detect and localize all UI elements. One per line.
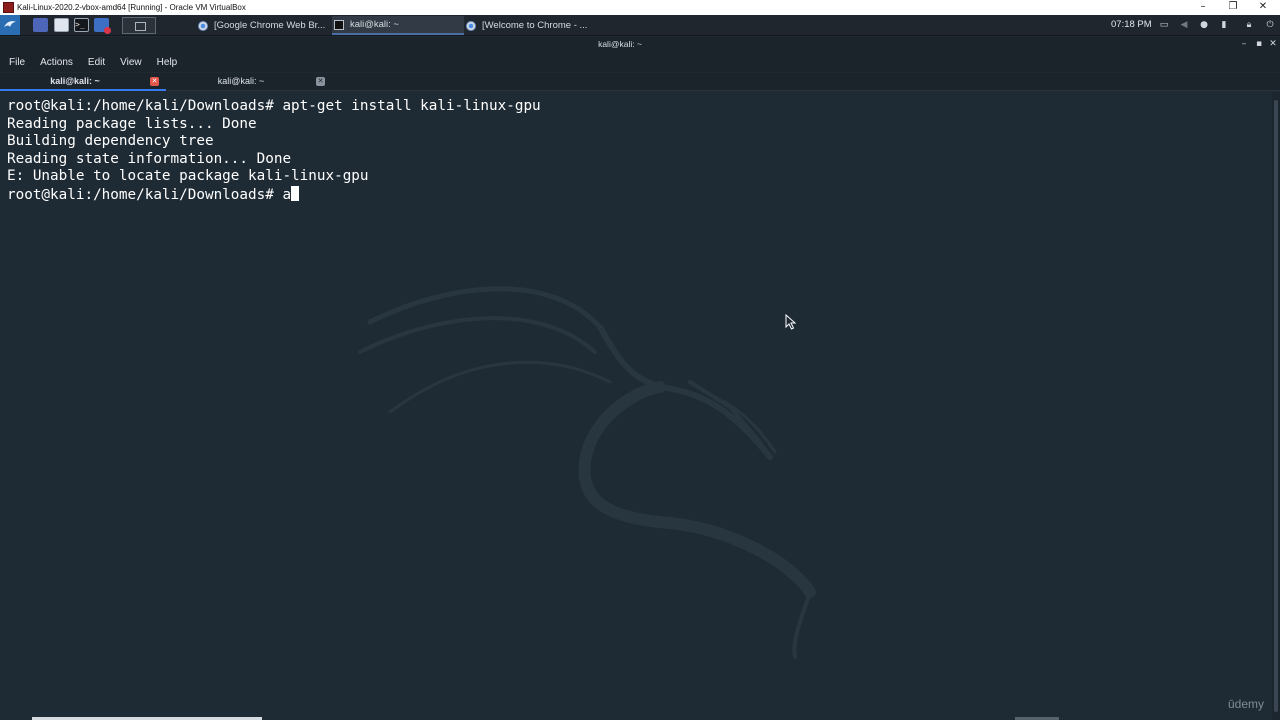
terminal-line: Reading package lists... Done <box>7 115 257 132</box>
clock[interactable]: 07:18 PM <box>1111 19 1152 30</box>
terminal-line: Reading state information... Done <box>7 150 292 167</box>
terminal-text: root@kali:/home/kali/Downloads# apt-get … <box>7 98 541 205</box>
terminal-tab-bar: kali@kali: ~ ✕ kali@kali: ~ ✕ <box>0 73 1280 91</box>
volume-icon[interactable]: ◀ <box>1179 20 1189 30</box>
close-button[interactable]: ✕ <box>1248 0 1278 15</box>
virtualbox-icon <box>3 2 14 13</box>
taskbar-chrome-web-browser[interactable]: [Google Chrome Web Br... <box>198 16 332 35</box>
restore-button[interactable]: ❐ <box>1218 0 1248 15</box>
terminal-title-bar: kali@kali: ~ – ▪ ✕ <box>0 37 1280 53</box>
window-maximize-icon[interactable]: ▪ <box>1253 39 1265 50</box>
terminal-window-title: kali@kali: ~ <box>598 39 642 49</box>
menu-edit[interactable]: Edit <box>88 57 105 68</box>
menu-file[interactable]: File <box>9 57 25 68</box>
minimize-button[interactable]: – <box>1188 0 1218 15</box>
menu-help[interactable]: Help <box>157 57 178 68</box>
taskbar-welcome-to-chrome[interactable]: [Welcome to Chrome - ... <box>466 16 600 35</box>
taskbar-label: [Google Chrome Web Br... <box>214 20 326 31</box>
taskbar-terminal[interactable]: kali@kali: ~ <box>332 16 464 35</box>
terminal-line: Building dependency tree <box>7 133 214 150</box>
scrollbar-thumb[interactable] <box>1274 100 1278 712</box>
virtualbox-window-title: Kali-Linux-2020.2-vbox-amd64 [Running] -… <box>17 3 246 12</box>
udemy-watermark: ūdemy <box>1228 697 1265 711</box>
battery-icon[interactable]: ▮ <box>1219 20 1229 30</box>
tab-close-icon[interactable]: ✕ <box>150 77 159 86</box>
terminal-line: E: Unable to locate package kali-linux-g… <box>7 168 369 185</box>
tab-label: kali@kali: ~ <box>50 76 100 86</box>
file-manager-icon[interactable] <box>54 18 69 32</box>
lock-icon[interactable]: 🔒︎ <box>1244 20 1254 30</box>
menu-view[interactable]: View <box>120 57 142 68</box>
top-panel: >_ [Google Chrome Web Br... kali@kali: ~… <box>0 15 1280 36</box>
terminal-window: kali@kali: ~ – ▪ ✕ File Actions Edit Vie… <box>0 37 1280 720</box>
terminal-launcher-icon[interactable]: >_ <box>74 18 89 32</box>
tab-label: kali@kali: ~ <box>217 76 265 86</box>
power-icon[interactable]: ⏻ <box>1265 20 1275 30</box>
command-input[interactable]: a <box>282 187 291 203</box>
mouse-pointer-icon <box>785 314 797 330</box>
window-minimize-icon[interactable]: – <box>1238 39 1250 50</box>
terminal-icon <box>334 19 344 30</box>
terminal-tab-1[interactable]: kali@kali: ~ ✕ <box>0 73 166 91</box>
taskbar-label: [Welcome to Chrome - ... <box>482 20 588 31</box>
virtualbox-title-bar: Kali-Linux-2020.2-vbox-amd64 [Running] -… <box>0 0 1280 15</box>
kali-dragon-watermark <box>358 286 816 659</box>
notification-icon[interactable]: ● <box>1199 20 1209 30</box>
chrome-icon <box>198 20 208 31</box>
text-cursor <box>291 185 300 201</box>
terminal-line: root@kali:/home/kali/Downloads# apt-get … <box>7 98 541 114</box>
display-icon[interactable]: ▭ <box>1159 20 1169 30</box>
prompt-line[interactable]: root@kali:/home/kali/Downloads# a <box>7 185 541 205</box>
menu-actions[interactable]: Actions <box>40 57 73 68</box>
workspace-switcher[interactable] <box>122 17 156 34</box>
kali-menu-icon[interactable] <box>0 15 20 35</box>
terminal-output-area[interactable]: root@kali:/home/kali/Downloads# apt-get … <box>0 92 1272 720</box>
terminal-menu-bar: File Actions Edit View Help <box>0 53 1280 72</box>
web-browser-icon[interactable] <box>94 18 111 34</box>
tab-close-icon[interactable]: ✕ <box>316 77 325 86</box>
taskbar-label: kali@kali: ~ <box>350 19 399 30</box>
terminal-scrollbar[interactable] <box>1272 92 1280 720</box>
show-desktop-icon[interactable] <box>33 18 48 32</box>
window-close-icon[interactable]: ✕ <box>1267 39 1279 50</box>
chrome-icon <box>466 20 476 31</box>
shell-prompt: root@kali:/home/kali/Downloads# <box>7 186 283 203</box>
terminal-tab-2[interactable]: kali@kali: ~ ✕ <box>166 73 332 91</box>
